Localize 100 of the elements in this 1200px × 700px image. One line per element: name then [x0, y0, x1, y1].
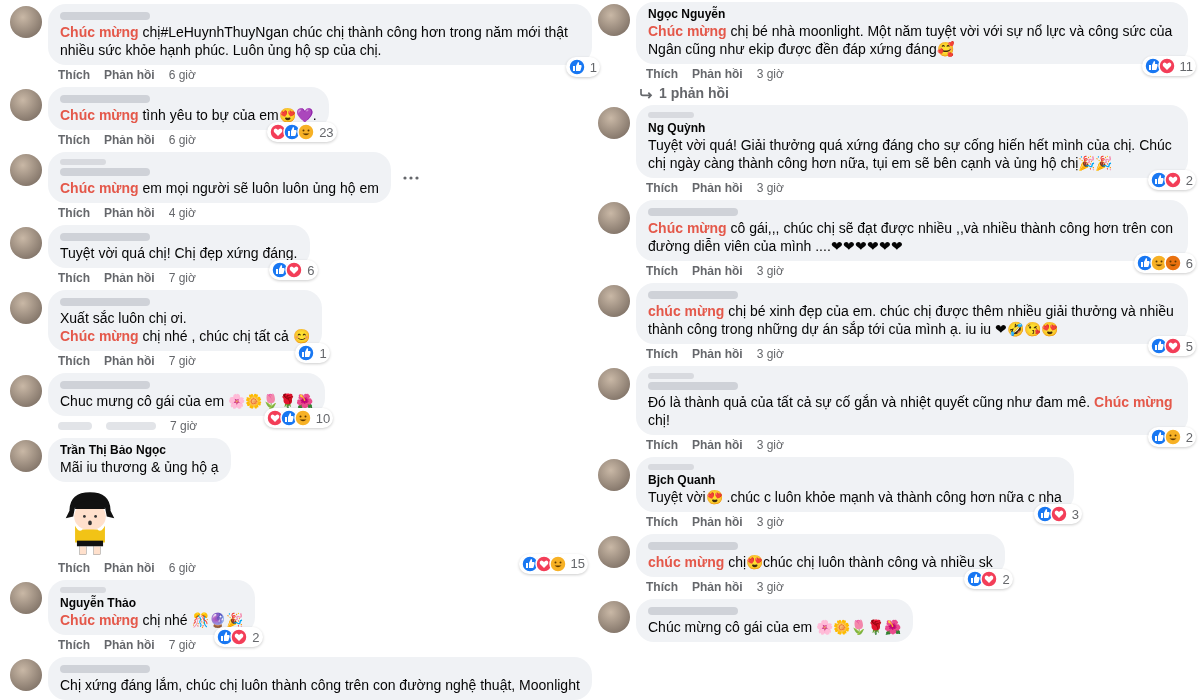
comment-time[interactable]: 3 giờ: [756, 263, 784, 279]
comment-text: Chúc mừng em mọi người sẽ luôn luôn ủng hộ em: [60, 179, 379, 197]
reaction-count[interactable]: 1: [295, 343, 330, 363]
comment-text: Đó là thành quả của tất cả sự cố gắn và nhiệt quyết cũng như đam mê. Chúc mừng chị!: [648, 393, 1174, 429]
comment-time[interactable]: 3 giờ: [756, 579, 784, 595]
comment-text: Chúc mừng chị nhé , chúc chị tất cả 😊: [60, 327, 310, 345]
like-link[interactable]: Thích: [58, 205, 90, 221]
reply-link[interactable]: Phản hồi: [104, 270, 155, 286]
like-link[interactable]: Thích: [58, 560, 90, 576]
blurred-fan-badge: [648, 112, 694, 118]
reply-link[interactable]: Phản hồi: [692, 579, 743, 595]
like-link[interactable]: Thích: [58, 67, 90, 83]
avatar-placeholder[interactable]: [10, 89, 42, 121]
reply-arrow-icon: [640, 87, 653, 99]
avatar-placeholder[interactable]: [10, 582, 42, 614]
comment-text: Mãi iu thương & ủng hộ ạ: [60, 458, 219, 476]
reaction-count[interactable]: 2: [214, 627, 263, 647]
comment-time[interactable]: 7 giờ: [168, 353, 196, 369]
blurred-fan-badge: [648, 464, 694, 470]
comment-time[interactable]: 6 giờ: [168, 132, 196, 148]
view-replies-link[interactable]: 1 phản hồi: [636, 82, 1188, 101]
avatar-placeholder[interactable]: [598, 4, 630, 36]
comment-time[interactable]: 3 giờ: [756, 437, 784, 453]
comment-text: Chúc mừng chị nhé 🎊🔮🎉: [60, 611, 243, 629]
comment-time[interactable]: 7 giờ: [168, 270, 196, 286]
reaction-count[interactable]: 5: [1147, 336, 1196, 356]
reaction-count[interactable]: 10: [263, 408, 334, 428]
like-link[interactable]: Thích: [646, 346, 678, 362]
commenter-name[interactable]: Nguyễn Thảo: [60, 596, 243, 611]
comment-text: Chị xứng đáng lắm, chúc chị luôn thành công trên con đường nghệ thuật, Moonlight: [60, 676, 580, 694]
avatar-placeholder[interactable]: [598, 285, 630, 317]
comment-time[interactable]: 3 giờ: [756, 180, 784, 196]
reaction-count[interactable]: 6: [1133, 253, 1196, 273]
reply-link[interactable]: Phản hồi: [104, 132, 155, 148]
reply-link[interactable]: Phản hồi: [104, 353, 155, 369]
avatar-placeholder[interactable]: [10, 375, 42, 407]
reply-link[interactable]: Phản hồi: [104, 560, 155, 576]
reply-link[interactable]: Phản hồi: [104, 637, 155, 653]
comment-text: Chúc mừng tình yêu to bự của em😍💜.: [60, 106, 317, 124]
reply-link[interactable]: Phản hồi: [692, 180, 743, 196]
reaction-count[interactable]: 2: [1147, 170, 1196, 190]
like-link[interactable]: Thích: [646, 66, 678, 82]
avatar-placeholder[interactable]: [10, 440, 42, 472]
avatar-placeholder[interactable]: [598, 202, 630, 234]
avatar-placeholder[interactable]: [598, 601, 630, 633]
avatar-placeholder[interactable]: [598, 536, 630, 568]
comment-time[interactable]: 3 giờ: [756, 346, 784, 362]
reaction-count[interactable]: 6: [269, 260, 318, 280]
avatar-placeholder[interactable]: [10, 6, 42, 38]
comment-time[interactable]: 7 giờ: [168, 637, 196, 653]
reaction-count[interactable]: 3: [1033, 504, 1082, 524]
comment-time[interactable]: 3 giờ: [756, 514, 784, 530]
reply-link[interactable]: Phản hồi: [692, 263, 743, 279]
like-link[interactable]: Thích: [646, 437, 678, 453]
reaction-count[interactable]: 1: [565, 57, 600, 77]
avatar-placeholder[interactable]: [598, 107, 630, 139]
like-link[interactable]: Thích: [646, 514, 678, 530]
reaction-count[interactable]: 2: [1147, 427, 1196, 447]
reaction-count[interactable]: 11: [1141, 56, 1196, 76]
comment-text: Chúc mừng cô gái của em 🌸🌼🌷🌹🌺: [648, 618, 902, 636]
blurred-fan-badge: [60, 159, 106, 165]
commenter-name[interactable]: Ng Quỳnh: [648, 121, 1176, 136]
avatar-placeholder[interactable]: [598, 368, 630, 400]
reply-link[interactable]: Phản hồi: [692, 437, 743, 453]
like-link[interactable]: Thích: [646, 180, 678, 196]
like-link[interactable]: Thích: [58, 353, 90, 369]
like-link[interactable]: Thích: [646, 579, 678, 595]
comment-time[interactable]: 6 giờ: [168, 560, 196, 576]
comment-text: chúc mừng chị😍chúc chị luôn thành công và nhiều sk: [648, 553, 993, 571]
comment-text: Chúc mừng chị bé nhà moonlight. Một năm tuyệt vời với sự nổ lực và công sức của Ngân cũng như ekip được đền đáp xứng đáng🥰: [648, 22, 1174, 58]
avatar-placeholder[interactable]: [10, 227, 42, 259]
reaction-count[interactable]: 23: [267, 122, 337, 142]
comment-text: Chuc mưng cô gái của em 🌸🌼🌷🌹🌺: [60, 392, 314, 410]
like-link[interactable]: Thích: [58, 637, 90, 653]
reply-link[interactable]: Phản hồi: [104, 205, 155, 221]
commenter-name[interactable]: Trần Thị Bảo Ngọc: [60, 443, 219, 458]
like-link[interactable]: Thích: [58, 132, 90, 148]
comment-text: Chúc mừng chị#LeHuynhThuyNgan chúc chị thành công hơn trong năm mới thật nhiều sức khỏe hạnh phúc. Luôn ủng hộ sp của chị.: [60, 23, 569, 59]
avatar-placeholder[interactable]: [10, 292, 42, 324]
more-options-icon[interactable]: [402, 175, 419, 180]
avatar-placeholder[interactable]: [10, 659, 42, 691]
commenter-name[interactable]: Bjch Quanh: [648, 473, 1062, 488]
comment-text: Tuyệt vời quá chị! Chị đẹp xứng đáng.: [60, 244, 298, 262]
comment-time[interactable]: 6 giờ: [168, 67, 196, 83]
reply-link[interactable]: Phản hồi: [692, 514, 743, 530]
comment-time[interactable]: 7 giờ: [170, 418, 198, 434]
like-link[interactable]: Thích: [646, 263, 678, 279]
like-link[interactable]: Thích: [58, 270, 90, 286]
comment-text: Chúc mừng cô gái,,, chúc chị sẽ đạt được nhiều ,,và nhiều thành công hơn trên con đường diễn viên của mình ....❤❤❤❤❤❤: [648, 219, 1175, 255]
reply-link[interactable]: Phản hồi: [692, 66, 743, 82]
reply-link[interactable]: Phản hồi: [104, 67, 155, 83]
avatar-placeholder[interactable]: [10, 154, 42, 186]
avatar-placeholder[interactable]: [598, 459, 630, 491]
blurred-fan-badge: [60, 587, 106, 593]
commenter-name[interactable]: Ngọc Nguyễn: [648, 7, 1176, 22]
reaction-count[interactable]: 2: [964, 569, 1013, 589]
comment-time[interactable]: 3 giờ: [756, 66, 784, 82]
reply-link[interactable]: Phản hồi: [692, 346, 743, 362]
reaction-count[interactable]: 15: [518, 554, 588, 574]
comment-time[interactable]: 4 giờ: [168, 205, 196, 221]
